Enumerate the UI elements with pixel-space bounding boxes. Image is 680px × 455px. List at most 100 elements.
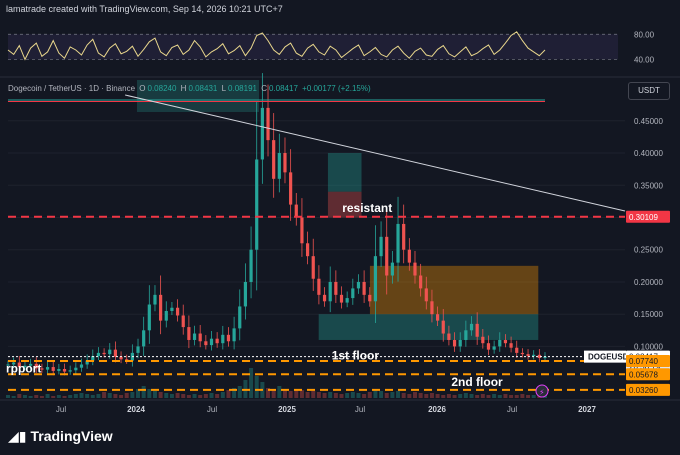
candle-body <box>215 338 219 344</box>
tradingview-logo-icon: ◢▮ <box>8 428 27 444</box>
volume-bar <box>520 394 525 398</box>
volume-bar <box>446 394 451 398</box>
candle-body <box>475 323 479 337</box>
volume-bar <box>102 392 107 398</box>
candle-body <box>373 256 378 302</box>
chart-frame: lamatrade created with TradingView.com, … <box>0 0 680 455</box>
volume-bar <box>282 390 287 398</box>
candle-body <box>147 304 151 331</box>
candle-body <box>520 352 524 355</box>
candle-body <box>339 294 344 303</box>
volume-bar <box>514 395 519 398</box>
x-tick: Jul <box>355 405 365 414</box>
candle-body <box>283 153 287 173</box>
candle-body <box>407 249 411 263</box>
volume-bar <box>79 393 84 398</box>
volume-bar <box>435 394 440 398</box>
currency-button[interactable]: USDT <box>628 82 670 100</box>
candle-body <box>96 352 101 357</box>
candle-body <box>469 323 474 331</box>
volume-bar <box>34 395 39 398</box>
candle-body <box>209 338 214 346</box>
candle-body <box>74 367 78 371</box>
volume-bar <box>226 390 231 398</box>
volume-bar <box>492 394 497 398</box>
volume-bar <box>51 396 56 398</box>
logo-text: TradingView <box>30 428 113 444</box>
x-tick: 2025 <box>278 405 296 414</box>
volume-bar <box>458 394 463 398</box>
volume-bar <box>322 393 327 398</box>
candle-body <box>277 153 281 179</box>
candle-body <box>532 354 536 357</box>
price-tick: 0.15000 <box>634 310 663 319</box>
volume-bar <box>441 395 446 398</box>
candle-body <box>221 334 225 344</box>
volume-bar <box>203 394 208 398</box>
volume-bar <box>169 394 174 398</box>
candle-body <box>503 339 508 344</box>
candle-body <box>328 281 332 302</box>
volume-bar <box>22 395 27 398</box>
candle-body <box>243 281 248 307</box>
candle-body <box>481 336 485 344</box>
candle-body <box>317 278 321 295</box>
candle-body <box>113 349 117 357</box>
low-label: L <box>221 84 227 93</box>
price-tick: 0.10000 <box>634 342 663 351</box>
candle-body <box>79 364 84 368</box>
volume-bar <box>130 392 135 398</box>
change-value: +0.00177 (+2.15%) <box>302 84 371 93</box>
open-value: 0.08240 <box>147 84 177 93</box>
volume-bar <box>192 394 197 398</box>
candle-body <box>498 339 502 347</box>
volume-bar <box>113 394 118 398</box>
candle-body <box>413 262 417 276</box>
candle-body <box>170 307 174 311</box>
annotation-rpport: rpport <box>6 361 41 375</box>
volume-bar <box>68 395 73 398</box>
volume-bar <box>152 391 157 398</box>
open-label: O <box>139 84 146 93</box>
candle-body <box>492 346 496 350</box>
volume-bar <box>480 394 485 398</box>
tradingview-logo[interactable]: ◢▮ TradingView <box>8 428 113 445</box>
candle-body <box>226 334 231 342</box>
close-label: C <box>261 84 267 93</box>
tag-support-1: 0.07740 <box>629 357 658 366</box>
candle-body <box>232 328 236 342</box>
price-tick: 0.35000 <box>634 181 663 190</box>
x-tick: Jul <box>207 405 217 414</box>
candle-body <box>441 320 445 334</box>
candle-body <box>108 349 112 355</box>
candle-body <box>198 333 202 342</box>
candle-body <box>142 330 146 347</box>
candle-body <box>368 294 372 302</box>
candle-body <box>51 367 55 371</box>
close-value: 0.08417 <box>268 84 298 93</box>
volume-bar <box>497 395 502 398</box>
volume-bar <box>237 386 242 398</box>
volume-bar <box>390 392 395 398</box>
volume-bar <box>62 396 67 398</box>
volume-bar <box>249 368 254 398</box>
high-value: 0.08431 <box>188 84 218 93</box>
candle-body <box>175 307 180 316</box>
annotation-resistant: resistant <box>342 201 392 215</box>
candle-body <box>204 341 208 346</box>
volume-bar <box>373 390 378 398</box>
x-tick: Jul <box>56 405 66 414</box>
volume-bar <box>277 386 282 398</box>
x-tick: 2026 <box>428 405 446 414</box>
orange-zone <box>369 265 539 315</box>
candle-body <box>464 330 468 340</box>
chart-canvas[interactable]: 80.0040.000.450000.400000.350000.300000.… <box>0 0 680 455</box>
candle-body <box>322 294 327 302</box>
volume-bar <box>305 392 310 398</box>
volume-bar <box>175 393 180 398</box>
candle-body <box>159 294 163 321</box>
volume-bar <box>209 393 214 398</box>
volume-bar <box>396 391 401 398</box>
volume-bar <box>429 393 434 398</box>
volume-bar <box>509 395 514 398</box>
